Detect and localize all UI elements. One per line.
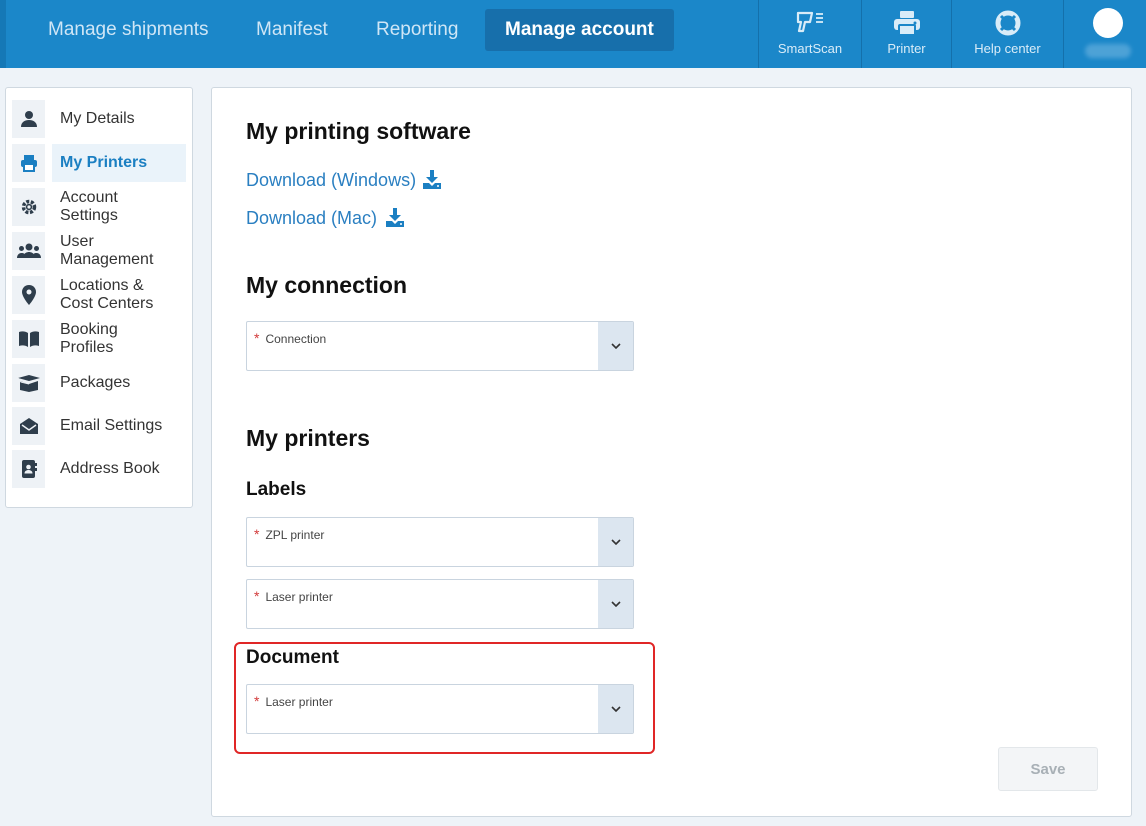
- users-icon: [12, 232, 45, 270]
- smartscan-button[interactable]: SmartScan: [758, 0, 861, 68]
- help-center-button[interactable]: Help center: [951, 0, 1063, 68]
- printer-icon: [12, 144, 45, 182]
- save-button[interactable]: Save: [998, 747, 1098, 791]
- scanner-icon: [794, 10, 826, 41]
- top-navigation-bar: Manage shipments Manifest Reporting Mana…: [0, 0, 1146, 68]
- connection-heading: My connection: [246, 272, 408, 298]
- sidebar-item-label: User Management: [60, 233, 154, 268]
- tab-manage-shipments[interactable]: Manage shipments: [28, 9, 229, 51]
- tab-reporting[interactable]: Reporting: [356, 9, 478, 51]
- download-windows-link[interactable]: Download (Windows): [246, 170, 416, 191]
- address-book-icon: [12, 450, 45, 488]
- book-icon: [12, 320, 45, 358]
- lifebuoy-icon: [995, 10, 1021, 41]
- account-menu[interactable]: [1063, 0, 1146, 68]
- labels-heading: Labels: [246, 479, 307, 500]
- sidebar-item-label: Email Settings: [60, 417, 163, 434]
- avatar: [1093, 8, 1123, 38]
- laser-printer-label: * Laser printer: [254, 588, 333, 604]
- zpl-printer-label: * ZPL printer: [254, 526, 325, 542]
- printing-software-heading: My printing software: [246, 118, 471, 144]
- printers-heading: My printers: [246, 425, 370, 451]
- required-marker: *: [254, 526, 260, 542]
- help-center-label: Help center: [974, 41, 1041, 56]
- avatar-username-blurred: [1085, 44, 1131, 58]
- sidebar-item-label: Booking Profiles: [60, 321, 118, 356]
- sidebar-item-label: Packages: [60, 374, 131, 391]
- gear-icon: [12, 188, 45, 226]
- package-icon: [12, 364, 45, 402]
- location-pin-icon: [12, 276, 45, 314]
- sidebar-item-label: My Printers: [60, 154, 148, 171]
- sidebar-item-label: Account Settings: [60, 189, 118, 224]
- download-icon[interactable]: [423, 170, 441, 194]
- required-marker: *: [254, 588, 260, 604]
- connection-label: * Connection: [254, 330, 327, 346]
- user-icon: [12, 100, 45, 138]
- printer-label: Printer: [887, 41, 926, 56]
- document-section-highlight: [234, 642, 655, 754]
- printer-button[interactable]: Printer: [861, 0, 951, 68]
- sidebar-item-label: Locations & Cost Centers: [60, 277, 154, 312]
- chevron-down-icon[interactable]: [598, 518, 633, 566]
- zpl-printer-select[interactable]: * ZPL printer: [246, 517, 634, 567]
- smartscan-label: SmartScan: [777, 41, 843, 56]
- printer-icon: [893, 10, 921, 41]
- connection-select[interactable]: * Connection: [246, 321, 634, 371]
- topbar-edge: [0, 0, 6, 68]
- required-marker: *: [254, 330, 260, 346]
- download-mac-link[interactable]: Download (Mac): [246, 208, 377, 229]
- tab-manage-account[interactable]: Manage account: [485, 9, 674, 51]
- label-laser-printer-select[interactable]: * Laser printer: [246, 579, 634, 629]
- sidebar-item-label: My Details: [60, 110, 135, 127]
- tab-manifest[interactable]: Manifest: [236, 9, 348, 51]
- chevron-down-icon[interactable]: [598, 322, 633, 370]
- envelope-icon: [12, 407, 45, 445]
- sidebar-item-label: Address Book: [60, 460, 160, 477]
- chevron-down-icon[interactable]: [598, 580, 633, 628]
- download-icon[interactable]: [386, 208, 404, 232]
- account-sidebar: My Details My Printers Account Settings …: [5, 87, 193, 508]
